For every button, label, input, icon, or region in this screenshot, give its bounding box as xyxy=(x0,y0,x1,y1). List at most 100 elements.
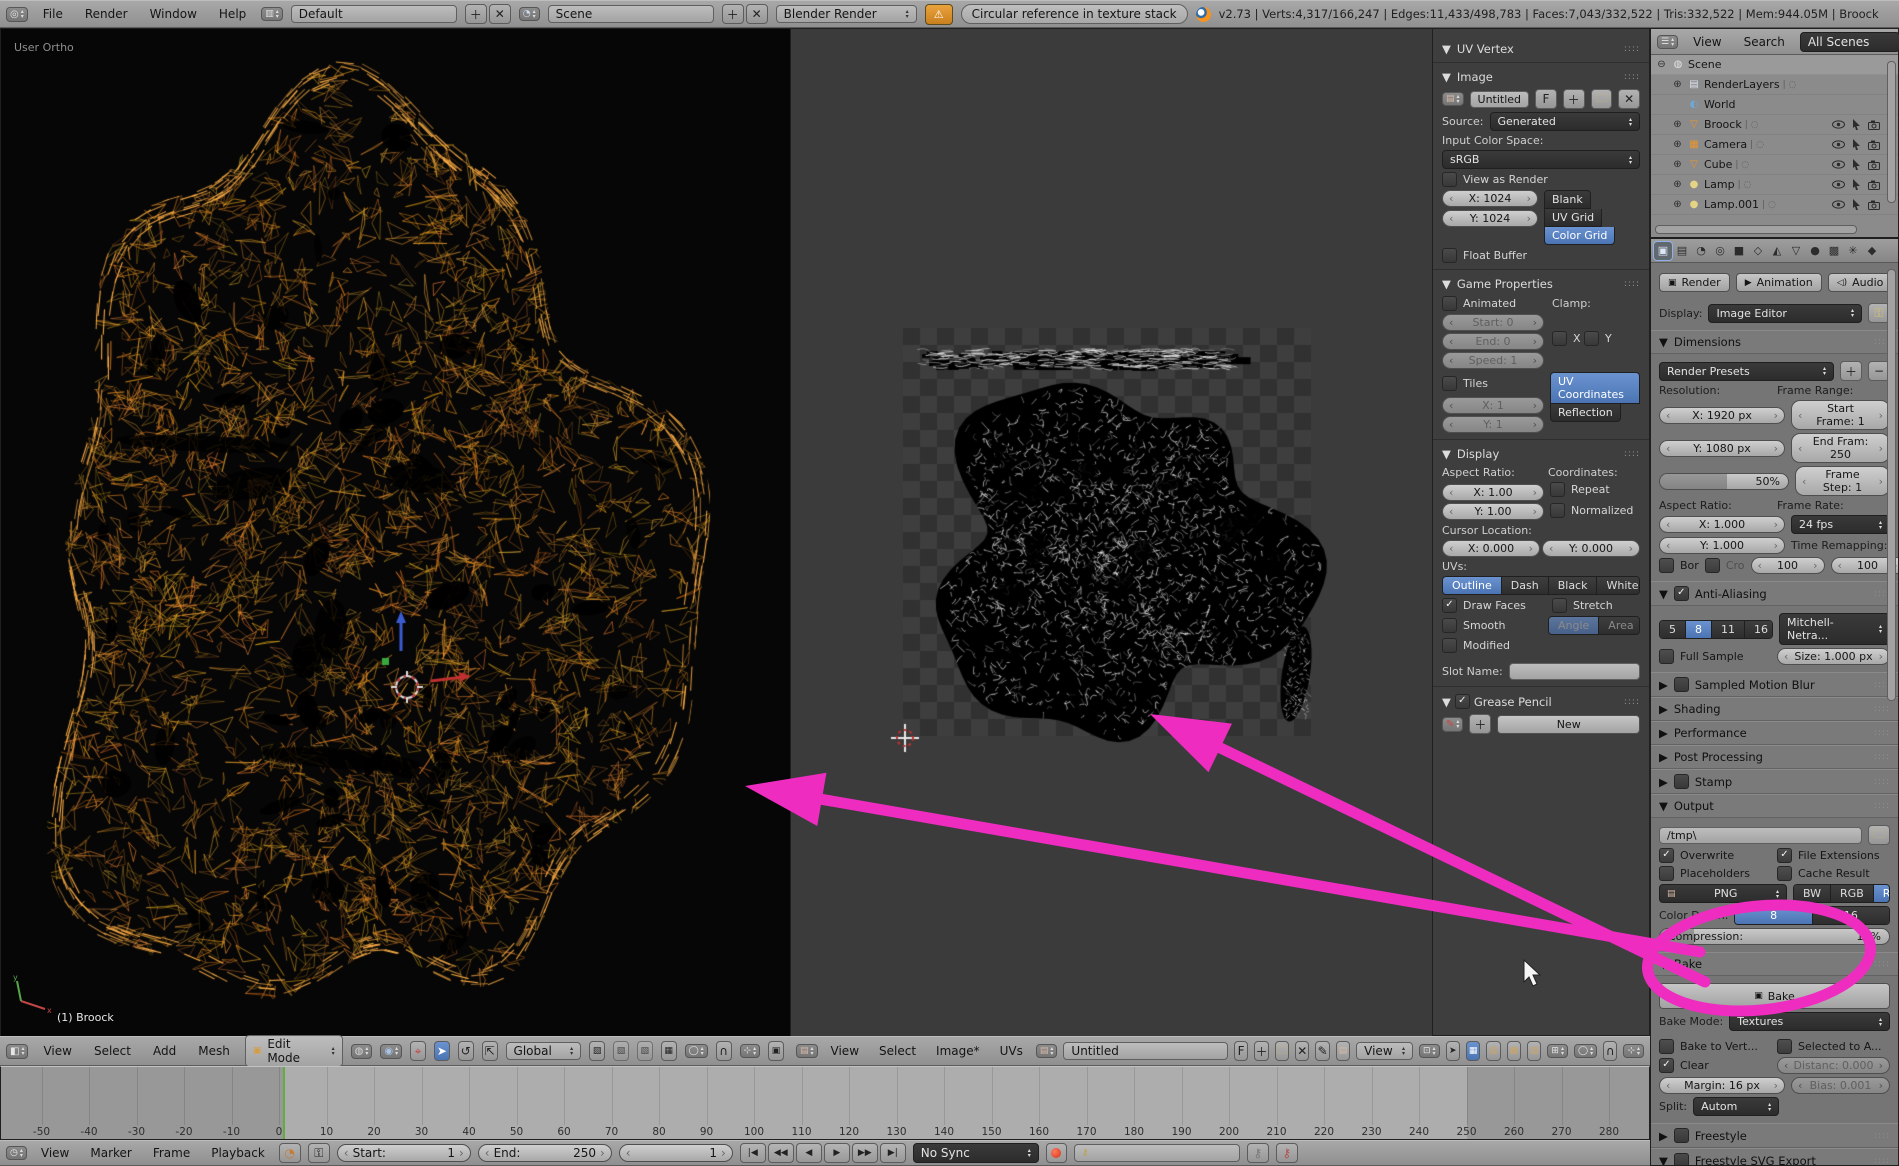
expander-icon[interactable]: ⊖ xyxy=(1655,59,1668,70)
colorspace-select[interactable]: sRGB xyxy=(1442,150,1640,169)
delete-layout-button[interactable]: ✕ xyxy=(489,4,511,24)
section-stamp[interactable]: ▶Stamp:::: xyxy=(1651,769,1898,794)
menu-help[interactable]: Help xyxy=(212,5,253,23)
properties-tab-scene[interactable]: ◔ xyxy=(1692,242,1710,260)
view-as-render-checkbox[interactable]: View as Render xyxy=(1442,172,1548,187)
animated-checkbox[interactable]: Animated xyxy=(1442,296,1546,311)
border-checkbox[interactable]: Bor xyxy=(1659,558,1699,573)
grease-pencil-icon[interactable]: ✎ xyxy=(1442,717,1463,732)
image-x-field[interactable]: X: 1024 xyxy=(1442,190,1538,207)
resolution-x-field[interactable]: X: 1920 px xyxy=(1659,407,1785,424)
anim-start-field[interactable]: Start: 0 xyxy=(1442,314,1544,331)
grease-pencil-add-button[interactable]: ＋ xyxy=(1469,714,1491,734)
uv-select-face-icon[interactable]: ▩ xyxy=(1507,1041,1521,1061)
section-uv-vertex[interactable]: ▼UV Vertex:::: xyxy=(1442,42,1640,56)
section-freestyle-svg[interactable]: ▼Freestyle SVG Export:::: xyxy=(1651,1148,1898,1166)
overwrite-checkbox[interactable]: ✓Overwrite xyxy=(1659,848,1771,863)
uv-pivot-select[interactable]: View xyxy=(1356,1042,1413,1060)
start-frame-field[interactable]: Start Frame: 1 xyxy=(1791,400,1890,430)
stretch-checkbox[interactable]: Stretch xyxy=(1552,598,1613,613)
output-browse-folder-icon[interactable]: 🗀 xyxy=(1868,825,1890,845)
bake-mode-select[interactable]: Textures xyxy=(1729,1012,1890,1031)
generated-type-blank[interactable]: Blank xyxy=(1544,190,1591,209)
keying-set-field[interactable]: ⚷ xyxy=(1074,1144,1240,1162)
current-frame-field[interactable]: 1 xyxy=(619,1144,733,1162)
layer-cube-3-icon[interactable]: ▧ xyxy=(637,1041,653,1061)
audio-button[interactable]: ◁)Audio xyxy=(1828,273,1893,292)
renderability-camera-icon[interactable] xyxy=(1868,160,1880,170)
uv-image-editor[interactable] xyxy=(790,28,1432,1036)
frame-start-field[interactable]: Start:1 xyxy=(337,1144,471,1162)
uv-style-black[interactable]: Black xyxy=(1549,577,1598,594)
outliner-item-scene[interactable]: ⊖◍Scene xyxy=(1651,55,1898,75)
end-frame-field[interactable]: End Fram: 250 xyxy=(1791,433,1890,463)
render-button[interactable]: ▣Render xyxy=(1659,273,1730,292)
animation-button[interactable]: ▶Animation xyxy=(1736,273,1822,292)
uv-style-outline[interactable]: Outline xyxy=(1443,577,1502,594)
outliner-item-lamp[interactable]: ⊕●Lamp| ◌ xyxy=(1651,175,1898,195)
repeat-checkbox[interactable]: Repeat xyxy=(1550,482,1610,497)
properties-tab-physics[interactable]: ◆ xyxy=(1863,242,1881,260)
aa-samples-8[interactable]: 8 xyxy=(1686,621,1712,638)
editor-type-outliner-icon[interactable]: ☰ xyxy=(1657,35,1678,49)
scale-manipulator-icon[interactable]: ⇱ xyxy=(482,1041,498,1061)
properties-vertical-scrollbar[interactable] xyxy=(1887,269,1896,701)
resolution-percentage-slider[interactable]: 50% xyxy=(1659,473,1789,490)
section-grease-pencil[interactable]: ▼✓Grease Pencil:::: xyxy=(1442,694,1640,709)
properties-tab-object[interactable]: ■ xyxy=(1730,242,1748,260)
uv-snap-magnet-icon[interactable]: ∩ xyxy=(1603,1041,1617,1061)
delete-keyframe-button[interactable]: ⚷ xyxy=(1276,1143,1298,1163)
pin-icon[interactable]: ✎ xyxy=(1315,1041,1329,1061)
snap-element-selector[interactable]: ⊹ xyxy=(740,1044,761,1058)
outliner-menu-search[interactable]: Search xyxy=(1737,33,1792,51)
editor-type-image-icon[interactable]: ▤ xyxy=(796,1044,818,1058)
uv-style-white[interactable]: White xyxy=(1597,577,1640,594)
np-fake-user-button[interactable]: F xyxy=(1535,89,1557,109)
output-path-field[interactable]: /tmp\ xyxy=(1659,827,1862,844)
file-format-select[interactable]: ▤PNG xyxy=(1659,884,1787,903)
occlude-geometry-icon[interactable]: ▦ xyxy=(661,1041,677,1061)
image-name-field[interactable]: Untitled xyxy=(1063,1042,1227,1060)
frame-rate-select[interactable]: 24 fps xyxy=(1791,515,1890,534)
crop-checkbox[interactable]: Cro xyxy=(1705,558,1745,573)
uv-texture-canvas[interactable] xyxy=(791,29,1433,1037)
draw-faces-checkbox[interactable]: ✓Draw Faces xyxy=(1442,598,1546,613)
translate-manipulator-icon[interactable]: ➤ xyxy=(434,1041,450,1061)
properties-tab-texture[interactable]: ▩ xyxy=(1825,242,1843,260)
channels-rgba[interactable]: RGBA xyxy=(1874,885,1890,902)
screen-layout-icon[interactable]: ▥ xyxy=(261,7,283,21)
timeline-ruler[interactable]: -50-40-30-20-100102030405060708090100110… xyxy=(0,1066,1650,1140)
uv-snap-target-selector[interactable]: ⊹ xyxy=(1623,1044,1644,1058)
new-image-button[interactable]: ＋ xyxy=(1254,1041,1268,1061)
np-unlink-image-button[interactable]: ✕ xyxy=(1618,89,1640,109)
snap-magnet-icon[interactable]: ∩ xyxy=(716,1041,732,1061)
section-game-properties[interactable]: ▼Game Properties:::: xyxy=(1442,277,1640,291)
outliner-horizontal-scrollbar[interactable] xyxy=(1655,225,1857,234)
stretch-angle-toggle[interactable]: Angle xyxy=(1549,617,1599,634)
next-keyframe-button[interactable]: ▶▶ xyxy=(852,1143,878,1163)
section-sampled-motion-blur[interactable]: ▶Sampled Motion Blur:::: xyxy=(1651,672,1898,697)
outliner-item-cube[interactable]: ⊕▽Cube| ◌ xyxy=(1651,155,1898,175)
menu-file[interactable]: File xyxy=(36,5,70,23)
sync-mode-select[interactable]: No Sync xyxy=(913,1143,1039,1163)
transform-orientation-select[interactable]: Global xyxy=(506,1042,582,1060)
float-buffer-checkbox[interactable]: Float Buffer xyxy=(1442,248,1527,263)
delete-scene-button[interactable]: ✕ xyxy=(746,4,768,24)
vp-menu-view[interactable]: View xyxy=(36,1042,78,1060)
visibility-eye-icon[interactable] xyxy=(1832,180,1845,189)
expander-icon[interactable]: ⊕ xyxy=(1671,199,1684,210)
uv-proportional-selector[interactable]: ◯ xyxy=(1574,1044,1597,1058)
depth-8[interactable]: 8 xyxy=(1735,907,1812,924)
frame-end-field[interactable]: End:250 xyxy=(478,1144,612,1162)
image-y-field[interactable]: Y: 1024 xyxy=(1442,210,1538,227)
mode-selector[interactable]: ▣Edit Mode xyxy=(245,1035,343,1067)
properties-tab-world[interactable]: ◎ xyxy=(1711,242,1729,260)
smooth-checkbox[interactable]: Smooth xyxy=(1442,618,1542,633)
remap-old-field[interactable]: 100 xyxy=(1751,557,1825,574)
np-new-image-button[interactable]: ＋ xyxy=(1563,89,1585,109)
outliner-scope-select[interactable]: All Scenes xyxy=(1800,32,1899,52)
outliner-menu-view[interactable]: View xyxy=(1686,33,1728,51)
auto-keyframe-record-button[interactable] xyxy=(1046,1143,1067,1163)
editor-type-3dview-icon[interactable]: ◧ xyxy=(6,1044,28,1059)
expander-icon[interactable]: ⊕ xyxy=(1671,159,1684,170)
